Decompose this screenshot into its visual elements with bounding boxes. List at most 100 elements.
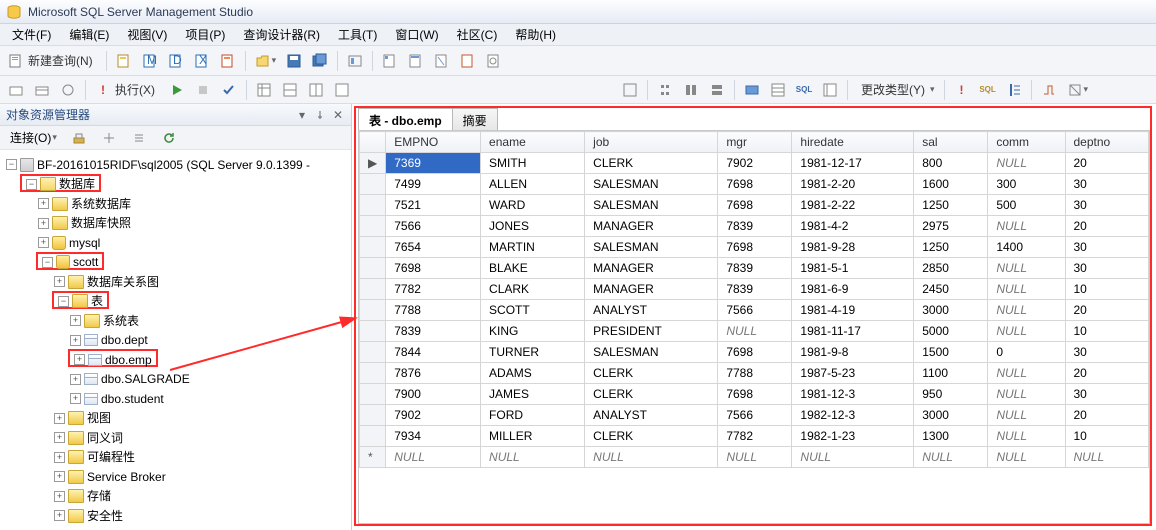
menu-help[interactable]: 帮助(H) [507, 24, 564, 45]
cell[interactable]: 7566 [386, 216, 481, 237]
expand-icon[interactable]: + [54, 413, 65, 424]
tb2-icon-grid2[interactable] [278, 79, 302, 101]
table-row[interactable]: 7782CLARKMANAGER78391981-6-92450NULL10 [360, 279, 1149, 300]
expand-icon[interactable]: + [54, 471, 65, 482]
expand-icon[interactable]: + [38, 218, 49, 229]
cell[interactable]: NULL [988, 426, 1065, 447]
cell[interactable]: NULL [988, 153, 1065, 174]
cell[interactable]: ALLEN [481, 174, 585, 195]
column-header[interactable]: hiredate [792, 132, 914, 153]
tree-scott[interactable]: − scott [40, 253, 100, 271]
cell[interactable]: 7499 [386, 174, 481, 195]
data-grid[interactable]: EMPNOenamejobmgrhiredatesalcommdeptno ▶7… [359, 131, 1149, 468]
cell[interactable]: 10 [1065, 426, 1149, 447]
cell[interactable]: MANAGER [585, 279, 718, 300]
tab-emp[interactable]: 表 - dbo.emp [358, 108, 453, 132]
cell[interactable]: MANAGER [585, 258, 718, 279]
cell[interactable]: 7369 [386, 153, 481, 174]
tb2-exclaim[interactable]: ! [950, 79, 974, 101]
tb2-icon-c2[interactable] [1037, 79, 1061, 101]
cell[interactable]: 7698 [718, 342, 792, 363]
collapse-icon[interactable]: − [42, 257, 53, 268]
run-button[interactable] [165, 79, 189, 101]
tree-table-salgrade[interactable]: +dbo.SALGRADE [68, 370, 192, 388]
tb-icon-10[interactable] [456, 50, 480, 72]
tb2-icon-a1[interactable] [618, 79, 642, 101]
tb2-icon-b3[interactable] [818, 79, 842, 101]
expand-icon[interactable]: + [54, 276, 65, 287]
cell[interactable]: NULL [988, 363, 1065, 384]
collapse-icon[interactable]: − [26, 179, 37, 190]
cell[interactable]: 500 [988, 195, 1065, 216]
tb-icon-2[interactable]: M [138, 50, 162, 72]
cell[interactable]: SALESMAN [585, 195, 718, 216]
tb2-sql-btn[interactable]: SQL [792, 79, 816, 101]
tree-databases[interactable]: − 数据库 [24, 175, 97, 193]
row-header[interactable]: * [360, 447, 386, 468]
cell[interactable]: 800 [914, 153, 988, 174]
cell[interactable]: FORD [481, 405, 585, 426]
tb2-icon-c1[interactable] [1002, 79, 1026, 101]
cell[interactable]: 2450 [914, 279, 988, 300]
tree-dbsnap[interactable]: +数据库快照 [36, 214, 133, 232]
table-row[interactable]: 7654MARTINSALESMAN76981981-9-28125014003… [360, 237, 1149, 258]
cell[interactable]: 1981-5-1 [792, 258, 914, 279]
cell[interactable]: NULL [1065, 447, 1149, 468]
cell[interactable]: 30 [1065, 258, 1149, 279]
cell[interactable]: ADAMS [481, 363, 585, 384]
row-header[interactable] [360, 384, 386, 405]
table-row[interactable]: 7876ADAMSCLERK77881987-5-231100NULL20 [360, 363, 1149, 384]
cell[interactable]: 1981-2-20 [792, 174, 914, 195]
tb2-icon-grid3[interactable] [304, 79, 328, 101]
cell[interactable]: 7654 [386, 237, 481, 258]
cell[interactable]: 2975 [914, 216, 988, 237]
cell[interactable]: WARD [481, 195, 585, 216]
cell[interactable]: PRESIDENT [585, 321, 718, 342]
column-header[interactable]: comm [988, 132, 1065, 153]
cell[interactable]: 7698 [386, 258, 481, 279]
cell[interactable]: NULL [988, 258, 1065, 279]
cell[interactable]: 7782 [718, 426, 792, 447]
expand-icon[interactable]: + [70, 315, 81, 326]
cell[interactable]: 1981-4-2 [792, 216, 914, 237]
table-row[interactable]: *NULLNULLNULLNULLNULLNULLNULLNULL [360, 447, 1149, 468]
tab-summary[interactable]: 摘要 [452, 108, 498, 132]
save-button[interactable] [282, 50, 306, 72]
tb2-icon-3[interactable] [56, 79, 80, 101]
table-row[interactable]: 7566JONESMANAGER78391981-4-22975NULL20 [360, 216, 1149, 237]
tb2-icon-1[interactable] [4, 79, 28, 101]
cell[interactable]: 7844 [386, 342, 481, 363]
row-header[interactable] [360, 363, 386, 384]
cell[interactable]: NULL [988, 321, 1065, 342]
cell[interactable]: 1982-12-3 [792, 405, 914, 426]
expand-icon[interactable]: + [70, 335, 81, 346]
cell[interactable]: 7566 [718, 300, 792, 321]
row-header[interactable]: ▶ [360, 153, 386, 174]
tb-icon-3[interactable]: D [164, 50, 188, 72]
cell[interactable]: 7876 [386, 363, 481, 384]
menu-view[interactable]: 视图(V) [119, 24, 175, 45]
cell[interactable]: 5000 [914, 321, 988, 342]
cell[interactable]: NULL [988, 300, 1065, 321]
tree-mysql[interactable]: +mysql [36, 234, 102, 252]
cell[interactable]: 1981-2-22 [792, 195, 914, 216]
connect-button[interactable]: 连接(O)▾ [6, 128, 61, 148]
tb-icon-4[interactable]: X [190, 50, 214, 72]
row-header[interactable] [360, 321, 386, 342]
cell[interactable]: 1981-12-3 [792, 384, 914, 405]
tb2-icon-b1[interactable] [740, 79, 764, 101]
cell[interactable]: BLAKE [481, 258, 585, 279]
cell[interactable]: 20 [1065, 300, 1149, 321]
table-row[interactable]: 7902FORDANALYST75661982-12-33000NULL20 [360, 405, 1149, 426]
cell[interactable]: SALESMAN [585, 237, 718, 258]
expand-icon[interactable]: + [38, 198, 49, 209]
cell[interactable]: 1500 [914, 342, 988, 363]
cell[interactable]: 7839 [718, 279, 792, 300]
row-header[interactable] [360, 237, 386, 258]
cell[interactable]: NULL [988, 447, 1065, 468]
cell[interactable]: 0 [988, 342, 1065, 363]
cell[interactable]: NULL [988, 384, 1065, 405]
panel-dropdown-icon[interactable]: ▾ [295, 108, 309, 122]
cell[interactable]: 7698 [718, 174, 792, 195]
cell[interactable]: SALESMAN [585, 342, 718, 363]
